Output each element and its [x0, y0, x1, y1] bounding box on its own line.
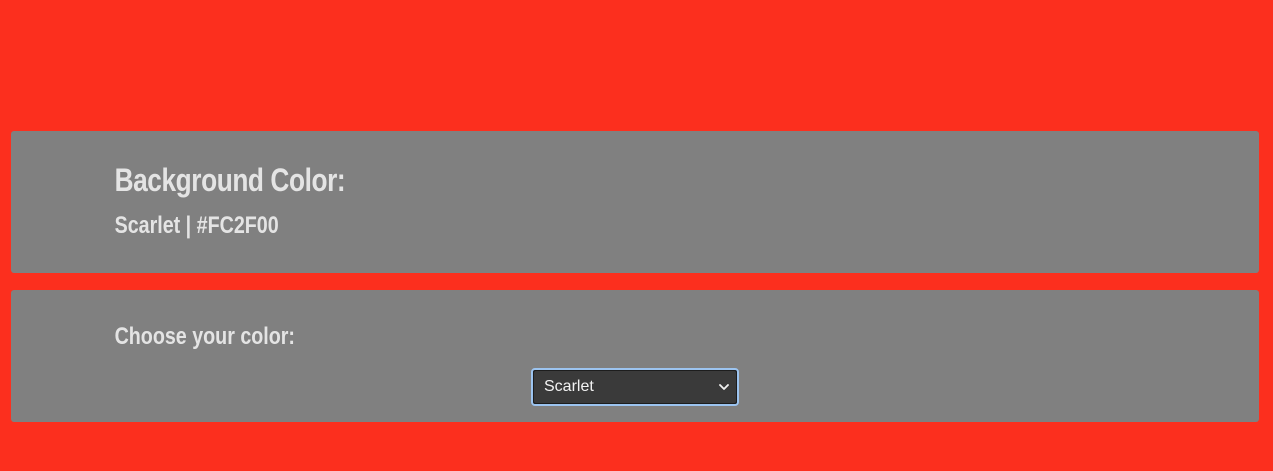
color-select[interactable]: Scarlet	[531, 368, 739, 406]
color-select-value-box[interactable]: Scarlet	[534, 371, 736, 403]
choose-color-label: Choose your color:	[114, 323, 295, 350]
color-select-value: Scarlet	[544, 378, 594, 395]
color-info-panel	[11, 131, 1259, 273]
chevron-down-icon	[719, 384, 729, 390]
background-color-heading: Background Color:	[114, 162, 346, 198]
current-color-value: Scarlet | #FC2F00	[114, 212, 279, 239]
